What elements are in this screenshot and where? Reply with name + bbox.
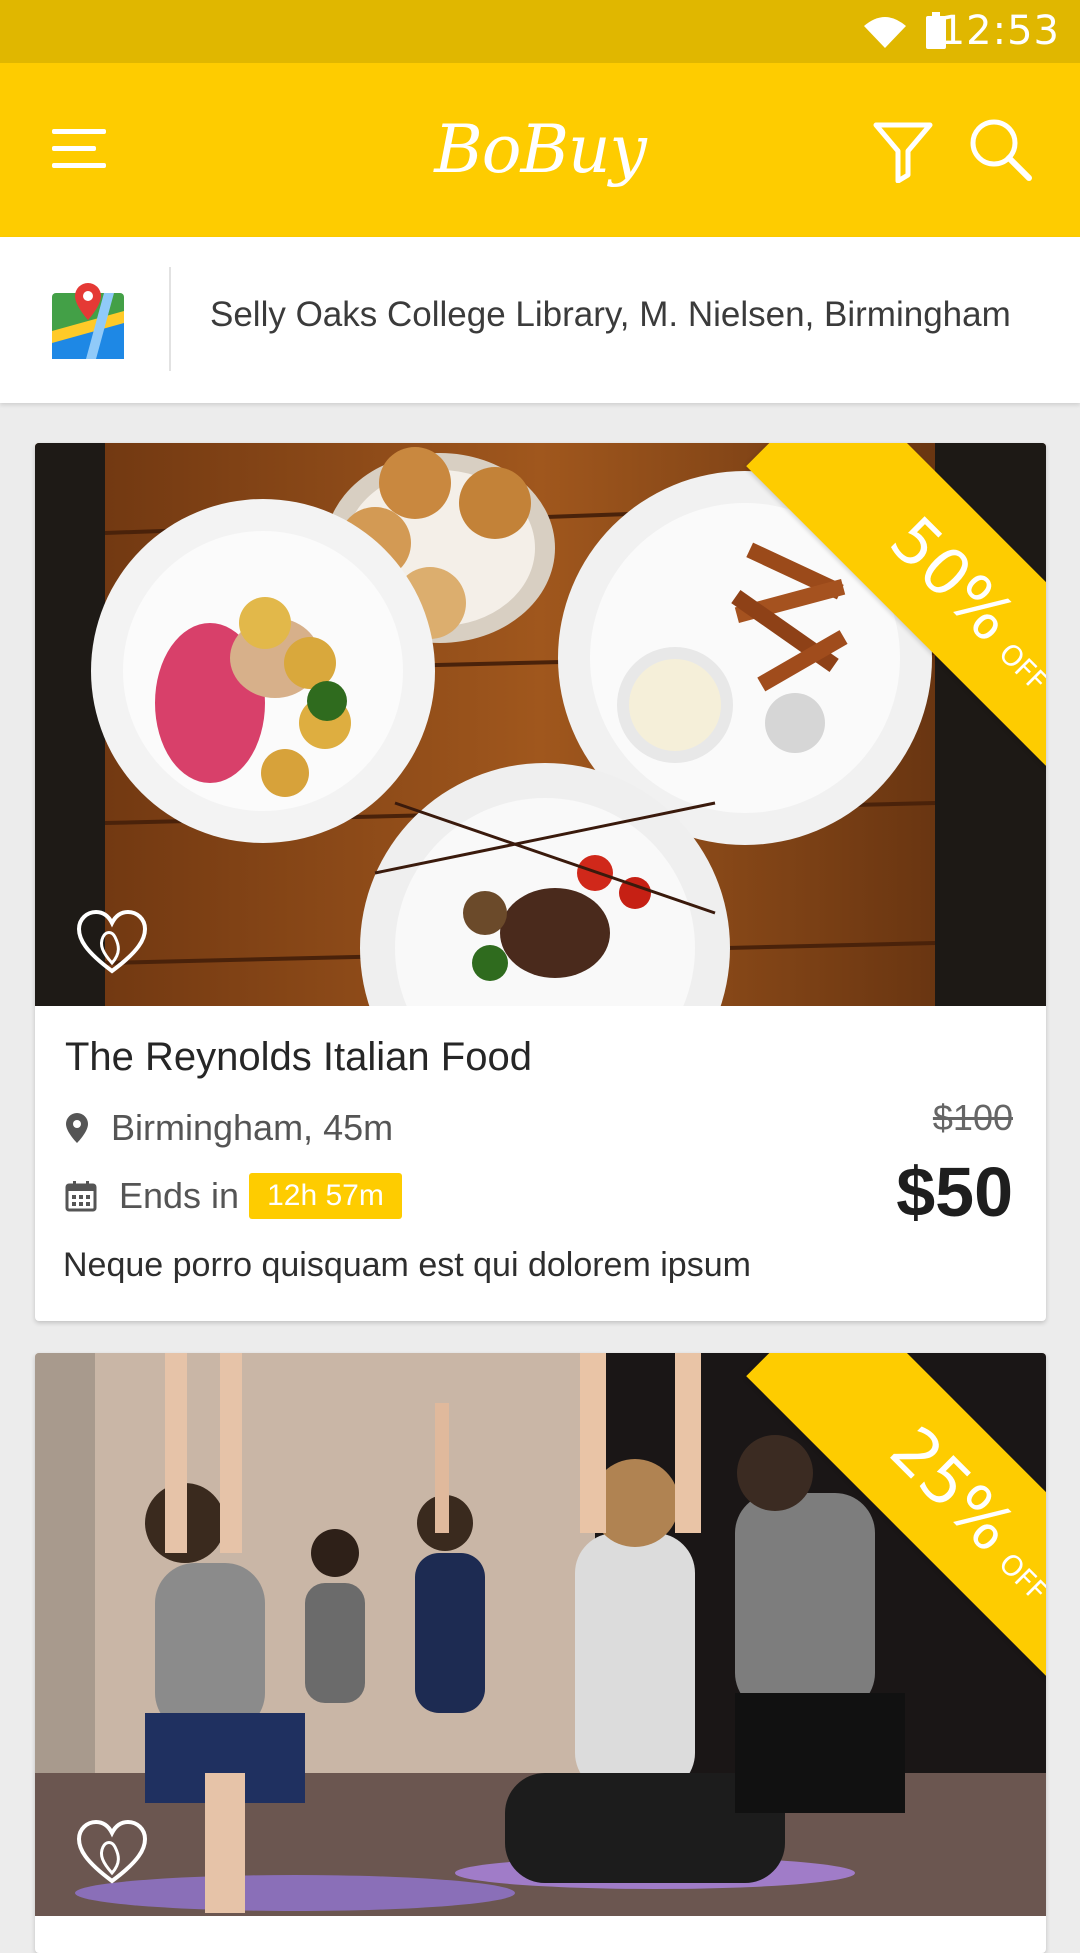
calendar-icon <box>65 1181 97 1212</box>
favorite-heart-icon[interactable] <box>75 1819 149 1885</box>
deal-price: $50 <box>896 1153 1013 1231</box>
discount-suffix: OFF <box>992 636 1046 699</box>
discount-percent: 50% <box>875 503 1029 657</box>
countdown-badge: 12h 57m <box>249 1173 402 1219</box>
filter-icon[interactable] <box>872 119 934 183</box>
deal-ends: Ends in 12h 57m <box>65 1173 402 1219</box>
clock: 12:53 <box>939 8 1060 54</box>
location-pin-icon <box>66 1113 88 1143</box>
discount-ribbon: 50%OFF <box>686 443 1046 803</box>
search-icon[interactable] <box>968 117 1034 183</box>
discount-percent: 25% <box>875 1413 1029 1567</box>
divider <box>169 267 171 371</box>
original-price: $100 <box>932 1097 1013 1138</box>
deal-title: The Reynolds Italian Food <box>65 1035 532 1079</box>
deal-card[interactable]: 25%OFF <box>35 1353 1046 1953</box>
current-location: Selly Oaks College Library, M. Nielsen, … <box>210 295 1011 334</box>
deal-location: Birmingham, 45m <box>65 1107 393 1149</box>
discount-ribbon: 25%OFF <box>686 1353 1046 1713</box>
location-bar[interactable]: Selly Oaks College Library, M. Nielsen, … <box>0 237 1080 403</box>
ends-label: Ends in <box>119 1175 240 1216</box>
app-bar: BoBuy <box>0 63 1080 237</box>
deal-location-text: Birmingham, 45m <box>111 1107 394 1148</box>
status-bar: 12:53 <box>0 0 1080 63</box>
deal-description: Neque porro quisquam est qui dolorem ips… <box>63 1246 751 1284</box>
deal-card[interactable]: 50%OFF The Reynolds Italian Food Birming… <box>35 443 1046 1321</box>
wifi-icon <box>864 17 906 48</box>
favorite-heart-icon[interactable] <box>75 909 149 975</box>
discount-suffix: OFF <box>992 1546 1046 1609</box>
map-icon <box>52 283 124 359</box>
